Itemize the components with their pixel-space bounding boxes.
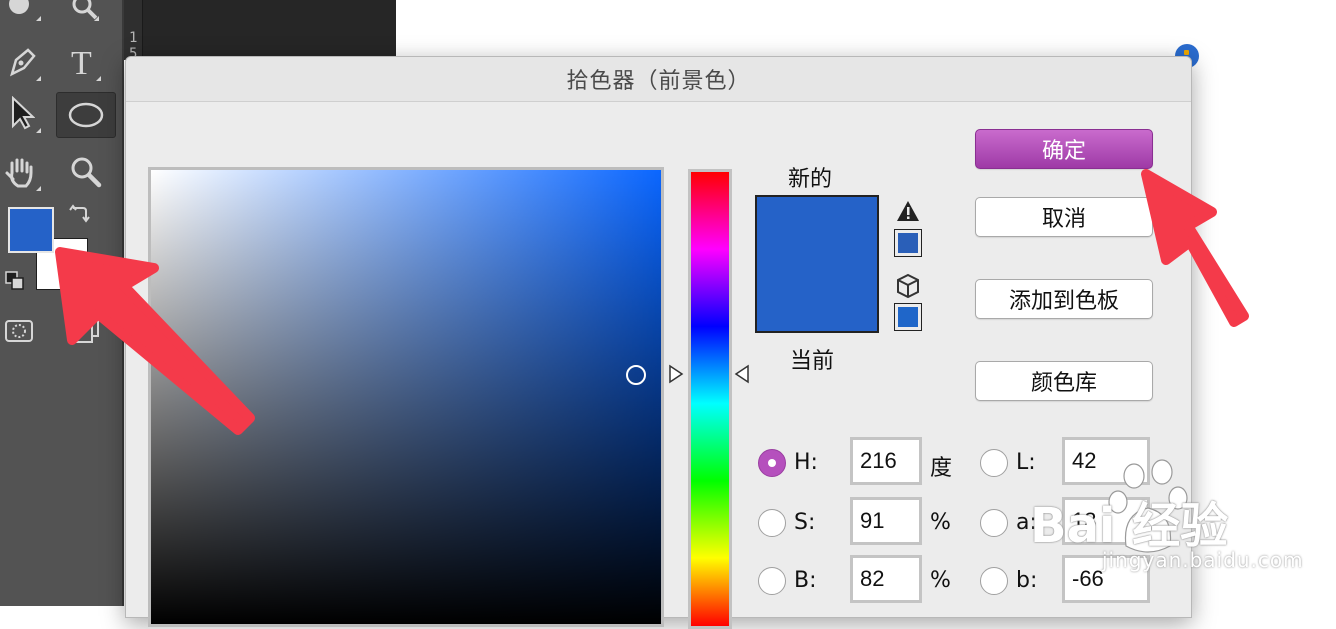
hue-unit: 度 — [930, 456, 953, 481]
web-safe-swatch[interactable] — [894, 303, 922, 331]
svg-text:T: T — [71, 45, 92, 78]
saturation-radio[interactable] — [758, 509, 786, 537]
screen-mode-icon[interactable] — [62, 316, 106, 348]
add-to-swatches-button[interactable]: 添加到色板 — [975, 279, 1153, 319]
brightness-label: B: — [794, 568, 817, 593]
brush-tool[interactable] — [2, 0, 38, 22]
dialog-title: 拾色器（前景色） — [566, 69, 751, 94]
gamut-correction-swatch[interactable] — [894, 229, 922, 257]
canvas-handle-dot — [1184, 50, 1189, 55]
watermark-url: jingyan.baidu.com — [1102, 548, 1304, 572]
ruler-number: 1 — [129, 30, 138, 46]
out-of-gamut-warning-icon[interactable] — [895, 199, 921, 223]
brightness-unit: % — [930, 568, 951, 593]
cancel-button[interactable]: 取消 — [975, 197, 1153, 237]
document-canvas — [124, 0, 396, 60]
tools-panel: T — [0, 0, 124, 606]
new-color-label: 新的 — [788, 167, 833, 192]
hue-radio[interactable] — [758, 449, 786, 477]
ellipse-tool-icon[interactable] — [56, 92, 116, 138]
current-color-preview[interactable] — [757, 264, 877, 331]
hue-input[interactable]: 216 — [850, 437, 922, 485]
swap-colors-icon[interactable] — [66, 202, 92, 228]
current-color-label: 当前 — [790, 349, 835, 374]
color-libraries-button[interactable]: 颜色库 — [975, 361, 1153, 401]
default-colors-icon[interactable] — [4, 270, 26, 292]
ok-button[interactable]: 确定 — [975, 129, 1153, 169]
brightness-input[interactable]: 82 — [850, 555, 922, 603]
saturation-label: S: — [794, 510, 816, 535]
type-tool-icon[interactable]: T — [66, 42, 102, 80]
pen-tool-icon[interactable] — [4, 42, 40, 80]
hue-slider-right-handle-icon[interactable] — [732, 364, 750, 384]
brightness-radio[interactable] — [758, 567, 786, 595]
lightness-radio[interactable] — [980, 449, 1008, 477]
hue-label: H: — [794, 450, 818, 475]
toolbar-divider — [122, 0, 124, 606]
lab-a-radio[interactable] — [980, 509, 1008, 537]
web-safe-cube-icon[interactable] — [895, 273, 921, 299]
hue-slider[interactable] — [688, 169, 732, 629]
saturation-unit: % — [930, 510, 951, 535]
foreground-color-swatch[interactable] — [8, 207, 54, 253]
color-picker-marker[interactable] — [626, 365, 646, 385]
hand-tool-icon[interactable] — [2, 152, 40, 192]
new-color-preview — [757, 197, 877, 264]
watermark-brand: Bai 经验 — [1030, 498, 1229, 554]
saturation-input[interactable]: 91 — [850, 497, 922, 545]
saturation-brightness-field[interactable] — [148, 167, 664, 627]
quick-mask-icon[interactable] — [2, 316, 36, 346]
dialog-titlebar: 拾色器（前景色） — [126, 57, 1191, 102]
path-selection-icon[interactable] — [4, 94, 40, 132]
hue-slider-left-handle-icon[interactable] — [668, 364, 686, 384]
lab-b-radio[interactable] — [980, 567, 1008, 595]
color-preview — [755, 195, 879, 333]
zoom-tool-icon[interactable] — [66, 152, 106, 192]
